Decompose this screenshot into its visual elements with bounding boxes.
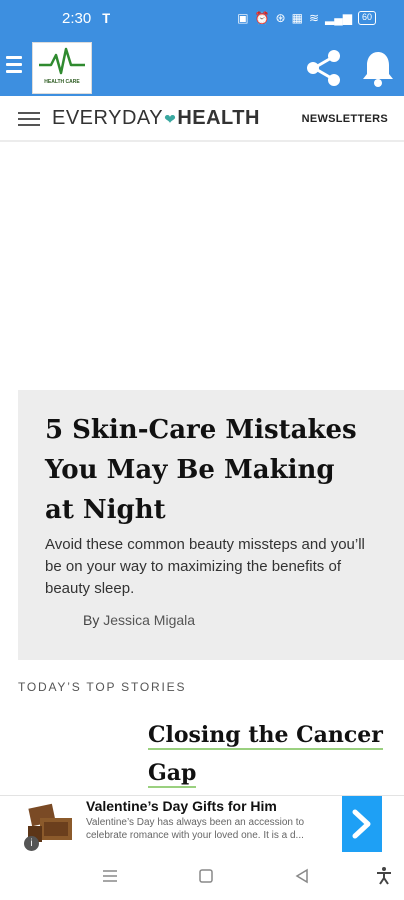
app-logo-text: HEALTH CARE <box>44 79 80 85</box>
alarm-icon: ⏰ <box>254 11 270 25</box>
hamburger-menu-icon[interactable] <box>18 112 42 128</box>
story-title-link[interactable]: Closing the Cancer Gap <box>148 722 383 788</box>
battery-icon: 60 <box>357 11 376 25</box>
system-nav-bar <box>0 852 404 900</box>
accessibility-icon[interactable] <box>374 866 394 886</box>
story-title[interactable]: Closing the Cancer Gap <box>148 716 388 792</box>
notification-icon: ▣ <box>237 11 249 25</box>
heart-icon: ❤ <box>164 111 177 127</box>
wifi-icon: ≋ <box>308 11 320 25</box>
back-icon[interactable] <box>292 866 312 886</box>
app-bar: HEALTH CARE <box>0 40 404 96</box>
brand-part1: EVERYDAY <box>52 107 164 129</box>
recent-apps-icon[interactable] <box>100 866 120 886</box>
ad-info-icon[interactable]: i <box>24 836 39 851</box>
chevron-right-icon <box>352 809 371 839</box>
hero-summary: Avoid these common beauty missteps and y… <box>45 536 365 597</box>
hero-byline: By Jessica Migala <box>83 612 195 628</box>
status-time: 2:30 <box>62 10 92 27</box>
ad-banner[interactable]: i Valentine’s Day Gifts for Him Valentin… <box>0 795 404 852</box>
heartbeat-icon <box>39 47 85 75</box>
hero-article-card[interactable]: 5 Skin-Care Mistakes You May Be Making a… <box>18 390 404 660</box>
signal-icon: ▂▄▆ <box>325 11 352 25</box>
byline-prefix: By <box>83 612 100 628</box>
hero-title[interactable]: 5 Skin-Care Mistakes You May Be Making a… <box>45 410 365 530</box>
section-label-top-stories: TODAY’S TOP STORIES <box>18 680 187 694</box>
share-icon[interactable] <box>304 48 344 88</box>
ad-description: Valentine’s Day has always been an acces… <box>86 817 305 841</box>
ad-title[interactable]: Valentine’s Day Gifts for Him <box>86 798 277 814</box>
app-logo[interactable]: HEALTH CARE <box>32 42 92 94</box>
menu-icon[interactable] <box>6 56 24 78</box>
home-icon[interactable] <box>196 866 216 886</box>
brand-logo[interactable]: EVERYDAY❤HEALTH <box>52 107 260 130</box>
vibrate-icon: ▦ <box>291 11 303 25</box>
brand-part2: HEALTH <box>177 107 260 129</box>
site-header: EVERYDAY❤HEALTH NEWSLETTERS <box>0 96 404 142</box>
status-icons: ▣ ⏰ ⊛ ▦ ≋ ▂▄▆ 60 <box>237 11 376 25</box>
teams-icon: 𝚻 <box>102 11 111 26</box>
ad-cta-button[interactable] <box>342 796 382 852</box>
hotspot-icon: ⊛ <box>275 11 286 25</box>
author-name[interactable]: Jessica Migala <box>103 612 195 628</box>
newsletters-link[interactable]: NEWSLETTERS <box>302 113 388 125</box>
status-bar: 2:30 𝚻 ▣ ⏰ ⊛ ▦ ≋ ▂▄▆ 60 <box>0 0 404 40</box>
bell-icon[interactable] <box>360 48 396 88</box>
